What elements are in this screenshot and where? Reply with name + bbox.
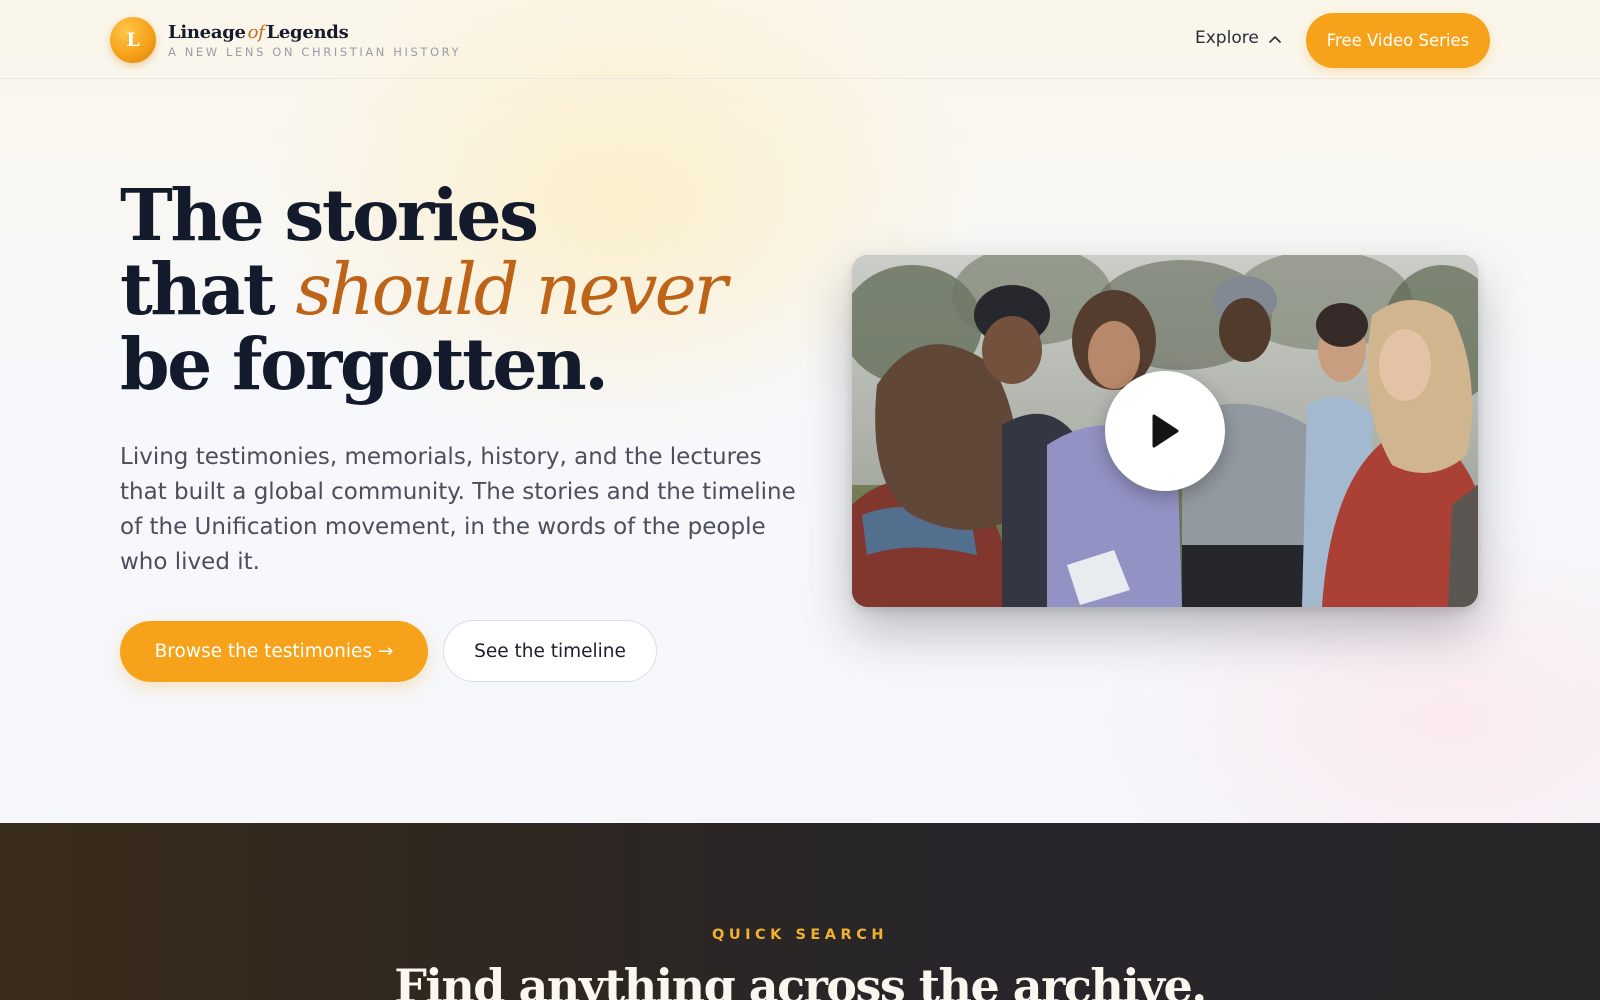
- hero-title-line1: The stories: [120, 173, 539, 257]
- quick-search-eyebrow: QUICK SEARCH: [712, 927, 888, 943]
- quick-search-heading: Find anything across the archive.: [394, 959, 1207, 1000]
- see-timeline-button[interactable]: See the timeline: [443, 620, 657, 682]
- brand-logo: L: [110, 17, 156, 63]
- brand-name-part1: Lineage: [168, 21, 246, 43]
- brand-name-of: of: [247, 21, 265, 43]
- hero-title-line3: be forgotten.: [120, 322, 609, 406]
- play-icon: [1152, 414, 1179, 448]
- brand[interactable]: L Lineage of Legends A NEW LENS ON CHRISTI…: [110, 17, 461, 63]
- site-header: L Lineage of Legends A NEW LENS ON CHRISTI…: [0, 0, 1600, 79]
- brand-text: Lineage of Legends A NEW LENS ON CHRISTIAN…: [168, 22, 461, 59]
- brand-name-part2: Legends: [266, 21, 349, 43]
- explore-menu[interactable]: Explore: [1195, 28, 1281, 48]
- free-video-series-button[interactable]: Free Video Series: [1306, 13, 1490, 68]
- video-player[interactable]: [852, 255, 1478, 607]
- hero-title-accent: should never: [295, 248, 727, 331]
- chevron-up-icon: [1268, 28, 1281, 48]
- hero-title: The stories that should never be forgott…: [120, 178, 780, 401]
- browse-testimonies-button[interactable]: Browse the testimonies →: [120, 621, 428, 682]
- quick-search-section: QUICK SEARCH Find anything across the ar…: [0, 823, 1600, 1000]
- brand-tagline: A NEW LENS ON CHRISTIAN HISTORY: [168, 44, 462, 59]
- hero-description: Living testimonies, memorials, history, …: [120, 444, 796, 575]
- explore-label: Explore: [1195, 28, 1259, 48]
- hero-title-line2-plain: that: [120, 247, 296, 331]
- play-button[interactable]: [1105, 371, 1225, 491]
- brand-name: Lineage of Legends: [168, 22, 461, 44]
